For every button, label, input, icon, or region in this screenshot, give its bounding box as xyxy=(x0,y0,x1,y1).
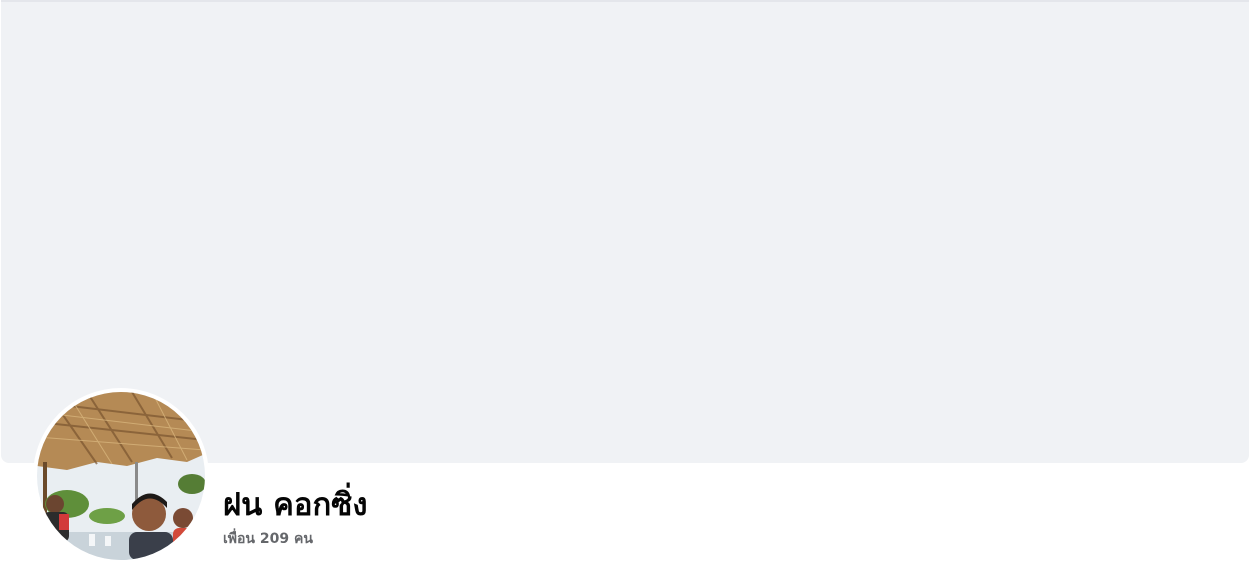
profile-name[interactable]: ฝน คอกซิ่ง xyxy=(223,483,367,527)
cover-photo[interactable] xyxy=(1,0,1249,463)
profile-picture-frame[interactable] xyxy=(33,388,209,564)
profile-page: ฝน คอกซิ่ง เพื่อน 209 คน xyxy=(0,0,1250,574)
profile-photo-image xyxy=(37,392,205,560)
profile-picture[interactable] xyxy=(37,392,205,560)
friends-count-link[interactable]: เพื่อน 209 คน xyxy=(223,529,313,549)
